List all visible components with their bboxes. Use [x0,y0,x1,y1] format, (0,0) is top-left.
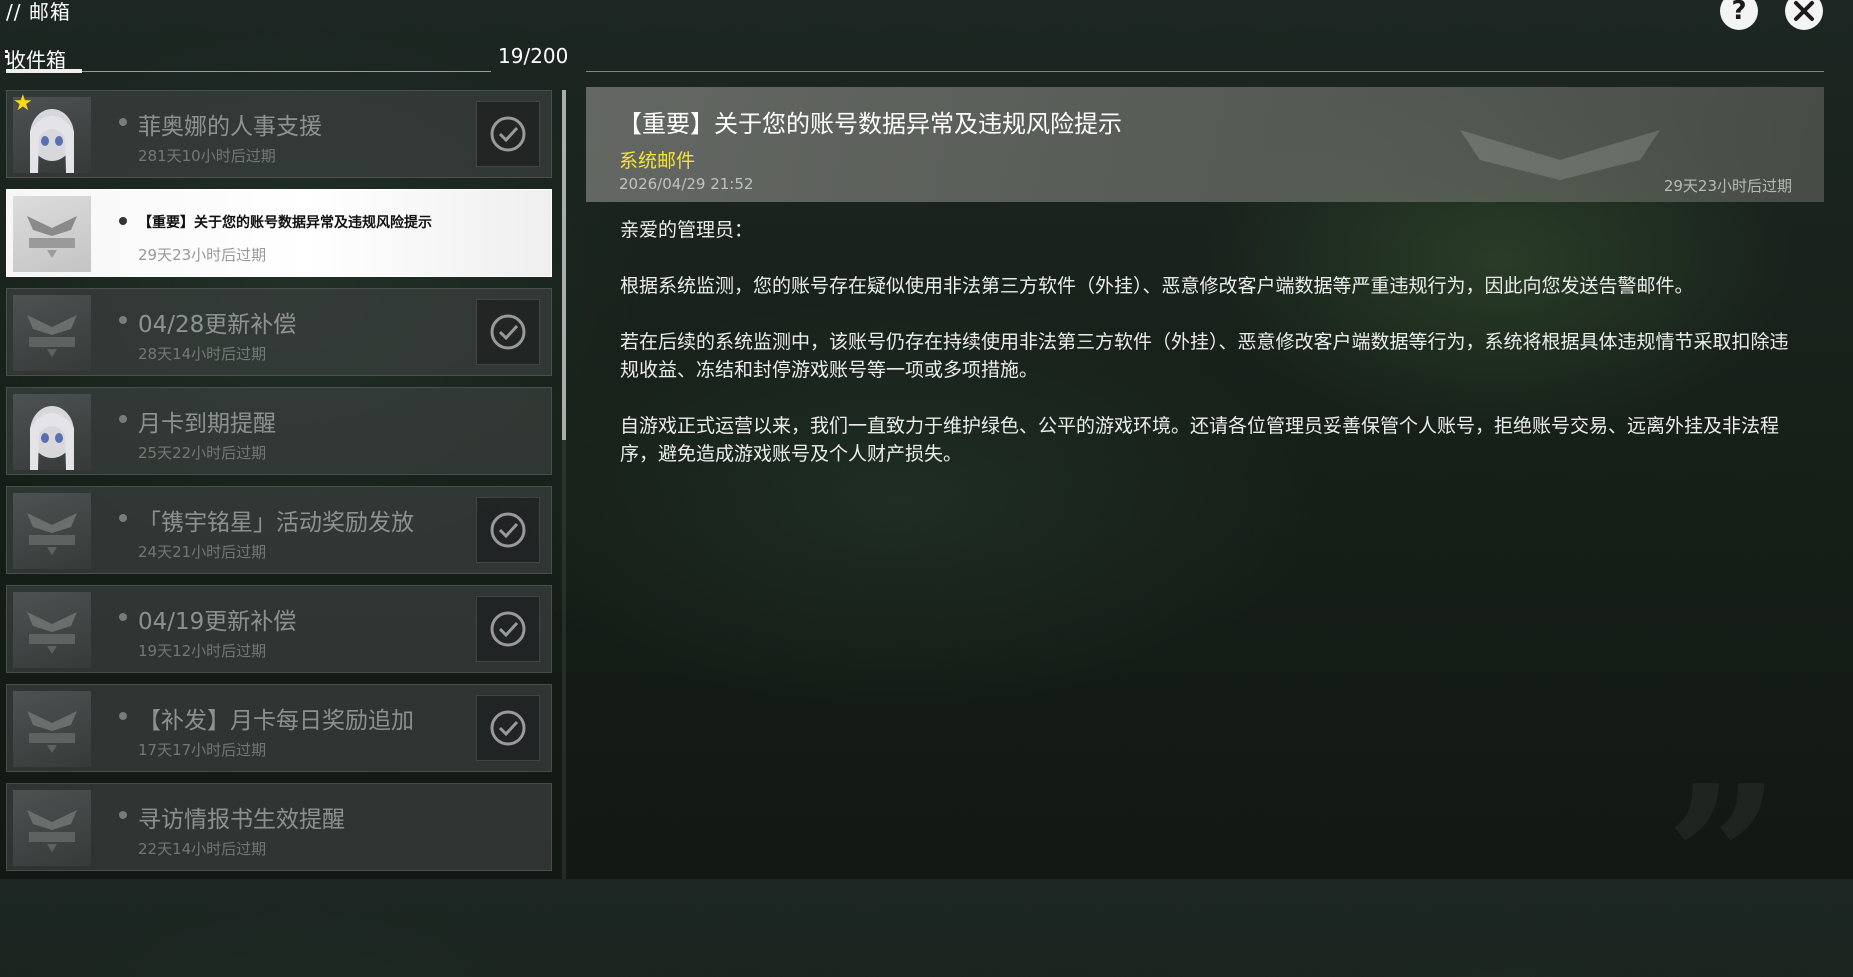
unread-dot [119,316,127,324]
mail-detail-title: 【重要】关于您的账号数据异常及违规风险提示 [618,110,1122,138]
quote-mark-decoration: ” [1665,742,1781,977]
game-logo-icon [27,612,77,654]
game-logo-icon [27,711,77,753]
unread-dot [119,514,127,522]
mail-title: 「镌宇铭星」活动奖励发放 [138,510,414,536]
detail-divider [586,71,1824,72]
mail-title: 菲奥娜的人事支援 [138,114,322,140]
mail-body-paragraph: 若在后续的系统监测中，该账号仍存在持续使用非法第三方软件（外挂）、恶意修改客户端… [620,331,1789,381]
mail-expire: 17天17小时后过期 [138,741,267,759]
unread-dot [119,613,127,621]
mail-body: 亲爱的管理员： 根据系统监测，您的账号存在疑似使用非法第三方软件（外挂）、恶意修… [620,216,1800,496]
star-icon: ★ [13,91,33,116]
mail-item[interactable]: ★ 菲奥娜的人事支援 281天10小时后过期 [6,90,552,178]
unread-dot [119,415,127,423]
game-logo-icon [27,216,77,258]
mail-body-paragraph: 根据系统监测，您的账号存在疑似使用非法第三方软件（外挂）、恶意修改客户端数据等严… [620,275,1694,297]
mail-item[interactable]: 寻访情报书生效提醒 22天14小时后过期 [6,783,552,871]
mail-thumbnail [13,295,91,371]
unread-dot [119,712,127,720]
mail-sender: 系统邮件 [619,150,696,172]
claimed-check-icon [476,497,540,563]
mail-thumbnail [13,691,91,767]
mail-item[interactable]: 【补发】月卡每日奖励追加 17天17小时后过期 [6,684,552,772]
help-button[interactable]: ? [1720,0,1758,30]
close-button[interactable] [1785,0,1823,30]
mail-body-greeting: 亲爱的管理员： [620,219,754,241]
mail-thumbnail [13,592,91,668]
avatar-icon [30,406,74,470]
mail-expire: 24天21小时后过期 [138,543,267,561]
mail-date: 2026/04/29 21:52 [619,175,754,193]
mail-expire: 28天14小时后过期 [138,345,267,363]
page-title: // 邮箱 [6,0,71,24]
mail-thumbnail [13,790,91,866]
mail-expire: 19天12小时后过期 [138,642,267,660]
mail-body-paragraph: 自游戏正式运营以来，我们一直致力于维护绿色、公平的游戏环境。还请各位管理员妥善保… [620,415,1780,465]
mail-detail-expire: 29天23小时后过期 [1663,177,1792,195]
game-logo-icon [27,513,77,555]
mail-item[interactable]: 「镌宇铭星」活动奖励发放 24天21小时后过期 [6,486,552,574]
game-logo-icon [27,810,77,852]
claimed-check-icon [476,101,540,167]
mail-thumbnail [13,196,91,272]
claimed-check-icon [476,695,540,761]
mail-expire: 29天23小时后过期 [138,246,267,264]
claimed-check-icon [476,596,540,662]
mail-title: 04/19更新补偿 [138,609,297,635]
mail-title: 04/28更新补偿 [138,312,297,338]
mail-title: 月卡到期提醒 [138,411,276,437]
claimed-check-icon [476,299,540,365]
mail-item[interactable]: 月卡到期提醒 25天22小时后过期 [6,387,552,475]
mail-title: 寻访情报书生效提醒 [138,807,345,833]
mail-thumbnail [13,394,91,470]
mail-expire: 25天22小时后过期 [138,444,267,462]
mail-expire: 281天10小时后过期 [138,147,276,165]
close-icon [1794,1,1814,21]
mail-list: ★ 菲奥娜的人事支援 281天10小时后过期 【重要】关于您的账号数据异常及违规… [6,90,554,890]
mail-title: 【重要】关于您的账号数据异常及违规风险提示 [138,215,432,231]
inbox-divider-accent [6,69,82,73]
game-logo-icon [27,315,77,357]
mail-item[interactable]: 04/19更新补偿 19天12小时后过期 [6,585,552,673]
unread-dot [119,118,127,126]
mail-list-scrollbar-thumb[interactable] [562,90,566,440]
unread-dot [119,811,127,819]
unread-dot [119,217,127,225]
help-icon: ? [1731,0,1747,26]
mail-thumbnail [13,493,91,569]
inbox-count: 19/200 [498,44,569,68]
mail-item[interactable]: 04/28更新补偿 28天14小时后过期 [6,288,552,376]
mail-title: 【补发】月卡每日奖励追加 [138,708,414,734]
mail-item-selected[interactable]: 【重要】关于您的账号数据异常及违规风险提示 29天23小时后过期 [6,189,552,277]
mail-expire: 22天14小时后过期 [138,840,267,858]
